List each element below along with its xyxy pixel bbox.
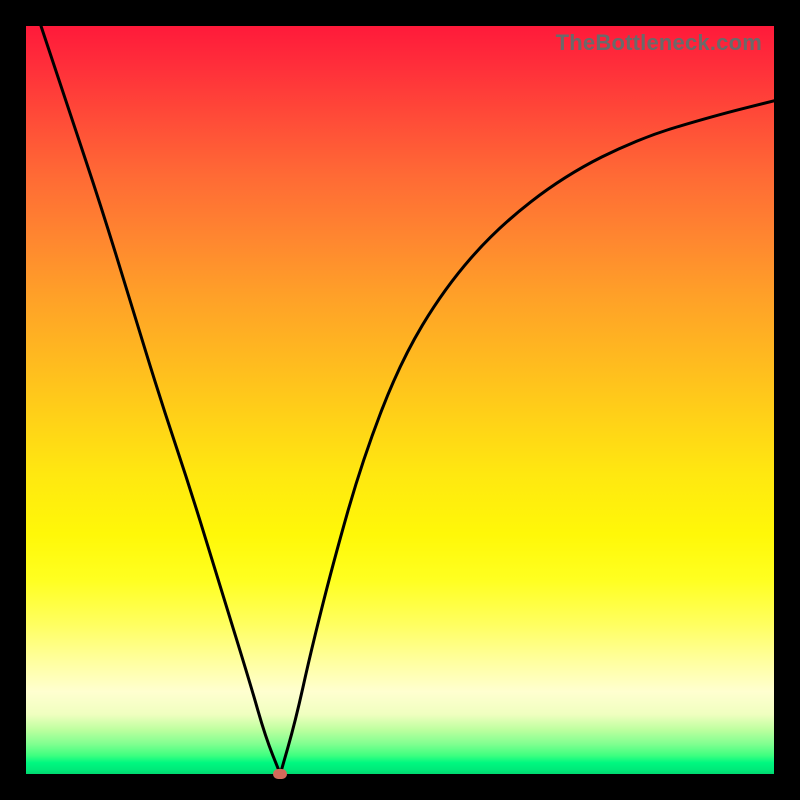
chart-container: TheBottleneck.com <box>0 0 800 800</box>
watermark-text: TheBottleneck.com <box>556 30 762 56</box>
curve-svg <box>26 26 774 774</box>
plot-area: TheBottleneck.com <box>26 26 774 774</box>
bottleneck-curve <box>41 26 774 774</box>
optimal-marker <box>273 769 287 779</box>
